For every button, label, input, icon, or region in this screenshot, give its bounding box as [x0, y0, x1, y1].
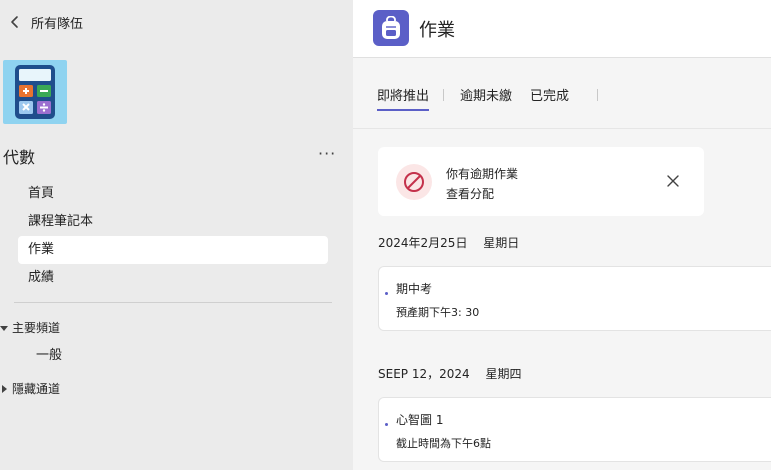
sidebar-divider [14, 302, 332, 303]
caret-right-icon [2, 384, 7, 393]
group-weekday: 星期日 [483, 236, 520, 250]
team-sidebar: 所有隊伍 代數 ··· 首頁 課程筆記本 作業 成績 主要頻道 一般 隱藏通道 [0, 0, 353, 470]
alert-icon-wrap [396, 164, 432, 200]
more-options-button[interactable]: ··· [318, 144, 336, 163]
channel-general[interactable]: 一般 [36, 344, 62, 363]
nav-item-class-notebook[interactable]: 課程筆記本 [18, 208, 328, 236]
back-label: 所有隊伍 [31, 16, 84, 32]
team-name: 代數 [3, 148, 36, 167]
team-avatar[interactable] [3, 60, 67, 124]
group-date: SEEP 12，2024 [378, 367, 470, 381]
tab-upcoming[interactable]: 即將推出 [377, 85, 430, 111]
back-to-all-teams[interactable]: 所有隊伍 [8, 12, 83, 32]
assignments-pane: 作業 即將推出 逾期未繳 已完成 你有逾期作業 查看分配 2024年2月25日 … [353, 0, 771, 470]
bullet-dot [385, 292, 388, 295]
chevron-left-icon [11, 16, 18, 28]
section-main-channels[interactable]: 主要頻道 [0, 319, 60, 336]
view-assignments-link[interactable]: 查看分配 [446, 185, 494, 202]
date-group-header: SEEP 12，2024 星期四 [378, 365, 522, 382]
nav-item-home[interactable]: 首頁 [18, 180, 328, 208]
calculator-icon [15, 65, 55, 119]
assignment-card[interactable]: 心智圖 1 截止時間為下午6點 [378, 397, 771, 462]
assignment-title: 期中考 [396, 282, 433, 296]
assignment-due: 預產期下午3: 30 [396, 306, 480, 319]
group-weekday: 星期四 [485, 367, 522, 381]
assignments-app-icon [373, 10, 409, 46]
nav-item-assignments[interactable]: 作業 [18, 236, 328, 264]
ban-icon [404, 172, 424, 192]
caret-down-icon [0, 325, 8, 331]
bullet-dot [385, 423, 388, 426]
tab-separator [443, 89, 444, 101]
team-nav: 首頁 課程筆記本 作業 成績 [18, 180, 328, 292]
tab-overdue[interactable]: 逾期未繳 [460, 85, 512, 104]
backpack-icon [382, 16, 400, 39]
alert-title: 你有逾期作業 [446, 167, 519, 181]
page-title: 作業 [419, 20, 455, 41]
assignment-due: 截止時間為下午6點 [396, 437, 491, 450]
section-hidden-channels[interactable]: 隱藏通道 [0, 380, 60, 397]
nav-item-grades[interactable]: 成績 [18, 264, 328, 292]
tab-separator [597, 89, 598, 101]
tab-bar: 即將推出 逾期未繳 已完成 [353, 59, 771, 129]
tab-completed[interactable]: 已完成 [530, 85, 569, 104]
overdue-alert: 你有逾期作業 查看分配 [378, 147, 704, 216]
assignment-title: 心智圖 1 [396, 413, 444, 427]
date-group-header: 2024年2月25日 星期日 [378, 234, 519, 251]
group-date: 2024年2月25日 [378, 236, 468, 250]
app-header: 作業 [353, 0, 771, 58]
section-label: 主要頻道 [12, 321, 61, 335]
assignment-card[interactable]: 期中考 預產期下午3: 30 [378, 266, 771, 331]
section-label: 隱藏通道 [12, 382, 61, 396]
close-icon[interactable] [666, 174, 680, 188]
